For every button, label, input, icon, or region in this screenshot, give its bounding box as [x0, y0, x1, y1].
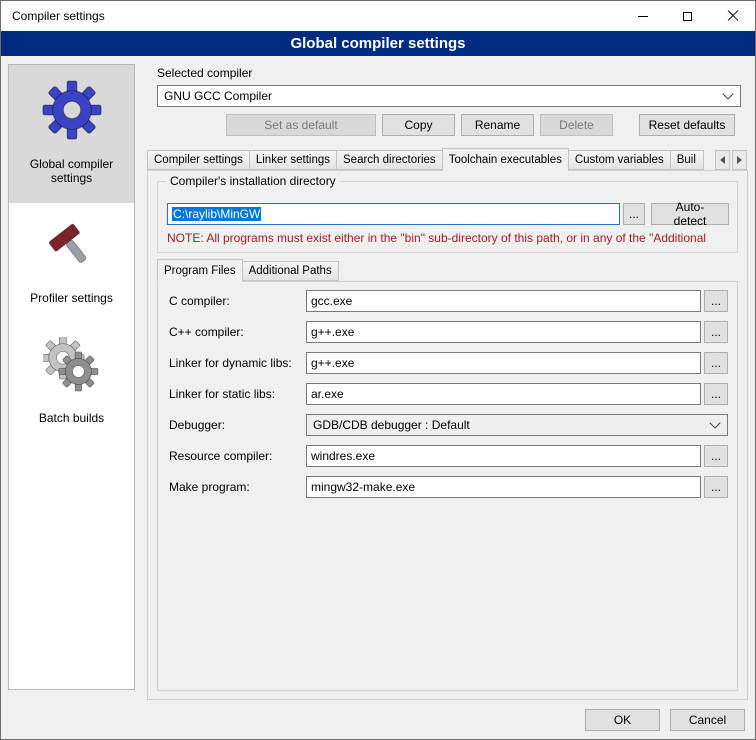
resource-compiler-label: Resource compiler:: [169, 449, 272, 463]
c-compiler-label: C compiler:: [169, 294, 230, 308]
close-icon: [727, 10, 739, 22]
batch-builds-gears-icon: [43, 337, 101, 395]
rename-button[interactable]: Rename: [461, 114, 534, 136]
browse-cpp-compiler-button[interactable]: ...: [704, 321, 728, 343]
profiler-hammer-icon: [43, 217, 101, 275]
browse-resource-compiler-button[interactable]: ...: [704, 445, 728, 467]
blue-gear-icon: [41, 79, 103, 141]
browse-dynamic-linker-button[interactable]: ...: [704, 352, 728, 374]
installation-directory-input[interactable]: C:\raylib\MinGW: [167, 203, 620, 225]
tab-build-options-truncated[interactable]: Buil: [670, 150, 704, 170]
dynamic-linker-input[interactable]: [306, 352, 701, 374]
page-title: Global compiler settings: [1, 31, 755, 56]
cancel-button[interactable]: Cancel: [670, 709, 745, 731]
tab-linker-settings[interactable]: Linker settings: [249, 150, 337, 170]
browse-static-linker-button[interactable]: ...: [704, 383, 728, 405]
tab-scroll-left-button[interactable]: [715, 150, 730, 170]
form-row: C++ compiler: ...: [158, 321, 737, 343]
maximize-icon: [683, 12, 692, 21]
browse-install-dir-button[interactable]: ...: [623, 203, 645, 225]
compiler-settings-dialog: Compiler settings Global compiler settin…: [0, 0, 756, 740]
c-compiler-input[interactable]: [306, 290, 701, 312]
tab-search-directories[interactable]: Search directories: [336, 150, 443, 170]
settings-sidebar: Global compiler settings Profiler settin…: [8, 64, 135, 690]
sidebar-item-label: Batch builds: [39, 411, 104, 425]
program-files-panel: C compiler: ... C++ compiler: ... Linker…: [157, 281, 738, 691]
form-row: Debugger: GDB/CDB debugger : Default: [158, 414, 737, 436]
compiler-select[interactable]: GNU GCC Compiler: [157, 85, 741, 107]
set-as-default-button[interactable]: Set as default: [226, 114, 376, 136]
static-linker-input[interactable]: [306, 383, 701, 405]
close-button[interactable]: [710, 1, 755, 31]
dynamic-linker-label: Linker for dynamic libs:: [169, 356, 292, 370]
browse-make-program-button[interactable]: ...: [704, 476, 728, 498]
sidebar-item-global-compiler-settings[interactable]: Global compiler settings: [9, 65, 134, 203]
debugger-label: Debugger:: [169, 418, 225, 432]
form-row: Linker for dynamic libs: ...: [158, 352, 737, 374]
tab-custom-variables[interactable]: Custom variables: [568, 150, 671, 170]
installation-directory-value: C:\raylib\MinGW: [172, 207, 261, 221]
form-row: Linker for static libs: ...: [158, 383, 737, 405]
tab-compiler-settings[interactable]: Compiler settings: [147, 150, 250, 170]
form-row: Make program: ...: [158, 476, 737, 498]
settings-tabstrip: Compiler settings Linker settings Search…: [147, 147, 714, 171]
installation-directory-label: Compiler's installation directory: [166, 174, 340, 188]
sidebar-item-batch-builds[interactable]: Batch builds: [9, 323, 134, 443]
subtab-program-files[interactable]: Program Files: [157, 259, 243, 282]
cpp-compiler-label: C++ compiler:: [169, 325, 244, 339]
form-row: C compiler: ...: [158, 290, 737, 312]
arrow-right-icon: [737, 156, 742, 164]
ok-button[interactable]: OK: [585, 709, 660, 731]
tab-scroll-buttons: [715, 150, 747, 170]
window-title: Compiler settings: [1, 9, 105, 23]
sidebar-item-profiler-settings[interactable]: Profiler settings: [9, 203, 134, 323]
toolchain-executables-panel: Compiler's installation directory C:\ray…: [147, 170, 748, 700]
compiler-select-value: GNU GCC Compiler: [164, 89, 272, 103]
reset-defaults-button[interactable]: Reset defaults: [639, 114, 735, 136]
form-row: Resource compiler: ...: [158, 445, 737, 467]
auto-detect-button[interactable]: Auto-detect: [651, 203, 729, 225]
minimize-icon: [638, 16, 648, 17]
installation-directory-groupbox: Compiler's installation directory C:\ray…: [157, 181, 738, 253]
arrow-left-icon: [720, 156, 725, 164]
debugger-select[interactable]: GDB/CDB debugger : Default: [306, 414, 728, 436]
cpp-compiler-input[interactable]: [306, 321, 701, 343]
sidebar-item-label: Profiler settings: [30, 291, 113, 305]
tab-scroll-right-button[interactable]: [732, 150, 747, 170]
tab-toolchain-executables[interactable]: Toolchain executables: [442, 148, 569, 171]
window-controls: [620, 1, 755, 31]
program-files-subtabstrip: Program Files Additional Paths: [157, 258, 339, 282]
browse-c-compiler-button[interactable]: ...: [704, 290, 728, 312]
make-program-input[interactable]: [306, 476, 701, 498]
make-program-label: Make program:: [169, 480, 250, 494]
selected-compiler-label: Selected compiler: [157, 66, 252, 80]
static-linker-label: Linker for static libs:: [169, 387, 275, 401]
resource-compiler-input[interactable]: [306, 445, 701, 467]
maximize-button[interactable]: [665, 1, 710, 31]
chevron-down-icon: [711, 423, 719, 427]
delete-button[interactable]: Delete: [540, 114, 613, 136]
chevron-down-icon: [724, 94, 732, 98]
copy-button[interactable]: Copy: [382, 114, 455, 136]
subtab-additional-paths[interactable]: Additional Paths: [242, 261, 339, 281]
minimize-button[interactable]: [620, 1, 665, 31]
sidebar-item-label: Global compiler settings: [11, 157, 132, 185]
titlebar: Compiler settings: [1, 1, 755, 31]
compiler-button-row: Set as default Copy Rename Delete Reset …: [157, 114, 735, 136]
debugger-select-value: GDB/CDB debugger : Default: [313, 418, 470, 432]
install-dir-note: NOTE: All programs must exist either in …: [167, 231, 736, 245]
